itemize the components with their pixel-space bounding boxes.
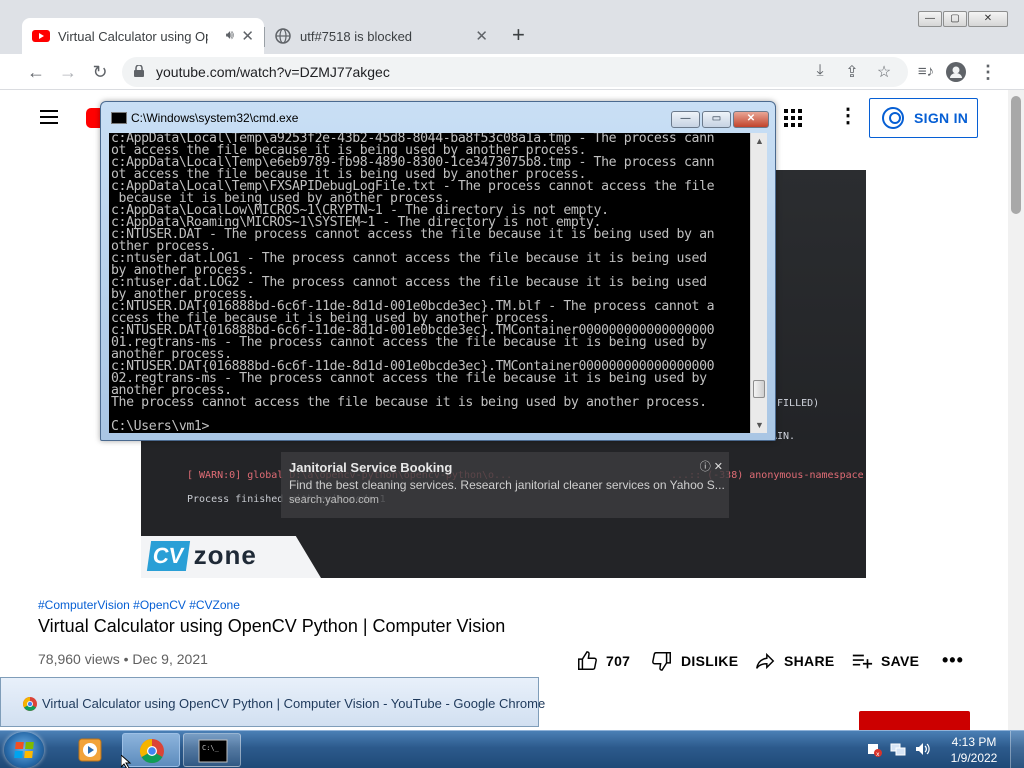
youtube-icon <box>32 30 50 42</box>
scroll-up-icon[interactable]: ▲ <box>751 133 768 149</box>
system-tray: x <box>858 739 948 761</box>
subscribe-button[interactable] <box>859 711 970 730</box>
tooltip-text: Virtual Calculator using OpenCV Python |… <box>42 696 546 711</box>
cmd-icon <box>111 112 127 124</box>
video-code-text: .FILLED) <box>771 398 820 409</box>
tab-separator <box>264 27 265 47</box>
clock[interactable]: 4:13 PM 1/9/2022 <box>946 734 1002 766</box>
close-ad-icon[interactable]: ⓘ ✕ <box>700 458 723 474</box>
svg-text:C:\_: C:\_ <box>202 744 220 752</box>
ad-url: search.yahoo.com <box>289 494 379 506</box>
tab-blocked[interactable]: utf#7518 is blocked ✕ <box>264 18 498 54</box>
video-title: Virtual Calculator using OpenCV Python |… <box>38 616 506 636</box>
lock-icon <box>134 65 144 77</box>
cvzone-banner: CV zone <box>141 536 321 578</box>
cmd-output: c:AppData\Local\Temp\a9253f2e-43b2-45d8-… <box>111 133 715 433</box>
share-icon <box>756 652 775 670</box>
new-tab-button[interactable]: + <box>512 24 525 46</box>
bookmark-star-icon[interactable]: ☆ <box>874 62 894 82</box>
clock-time: 4:13 PM <box>951 735 997 749</box>
start-button[interactable] <box>4 732 44 768</box>
menu-icon[interactable] <box>40 110 58 124</box>
share-page-icon[interactable]: ⇪ <box>842 62 862 82</box>
address-bar[interactable]: youtube.com/watch?v=DZMJ77akgec ⤓ ⇪ ☆ <box>122 57 908 87</box>
taskbar-media-player[interactable] <box>62 733 120 767</box>
network-icon[interactable] <box>890 741 906 757</box>
dislike-button[interactable]: DISLIKE <box>651 650 738 672</box>
profile-icon[interactable] <box>944 60 968 84</box>
media-player-icon <box>78 738 102 762</box>
cvzone-logo: CV zone <box>146 540 257 571</box>
more-actions-icon[interactable]: ••• <box>942 650 964 671</box>
chrome-menu-icon[interactable]: ⋮ <box>976 60 1000 84</box>
chrome-title-bar: Virtual Calculator using Open 🔊︎ ✕ utf#7… <box>0 0 1024 54</box>
cmd-title: C:\Windows\system32\cmd.exe <box>131 111 299 125</box>
share-button[interactable]: SHARE <box>754 650 835 672</box>
like-button[interactable]: 707 <box>576 650 630 672</box>
video-hashtags[interactable]: #ComputerVision #OpenCV #CVZone <box>38 598 240 612</box>
forward-icon[interactable]: → <box>56 60 80 84</box>
ad-title: Janitorial Service Booking <box>289 460 453 475</box>
apps-grid-icon[interactable] <box>784 109 802 127</box>
cmd-maximize-button[interactable]: ▭ <box>702 111 731 128</box>
back-icon[interactable]: ← <box>24 60 48 84</box>
share-label: SHARE <box>784 653 835 669</box>
taskbar-cmd[interactable]: C:\_ <box>183 733 241 767</box>
video-meta: 78,960 views • Dec 9, 2021 <box>38 651 208 667</box>
action-center-icon[interactable]: x <box>866 741 882 757</box>
thumbs-up-icon <box>578 651 597 670</box>
cmd-scroll-thumb[interactable] <box>753 380 765 398</box>
cmd-title-bar[interactable]: C:\Windows\system32\cmd.exe — ▭ ✕ <box>101 102 775 130</box>
chrome-icon <box>23 697 37 711</box>
cvzone-logo-zone: zone <box>193 540 257 570</box>
account-icon <box>882 107 904 129</box>
taskbar: C:\_ x 4:13 PM 1/9/2022 <box>0 730 1024 768</box>
taskbar-tooltip[interactable]: Virtual Calculator using OpenCV Python |… <box>0 677 545 727</box>
globe-icon <box>275 28 291 44</box>
tab-title: Virtual Calculator using Open <box>58 28 208 44</box>
url-text[interactable]: youtube.com/watch?v=DZMJ77akgec <box>156 64 390 80</box>
ad-description: Find the best cleaning services. Researc… <box>289 478 725 492</box>
tab-youtube[interactable]: Virtual Calculator using Open 🔊︎ ✕ <box>22 18 264 54</box>
cmd-minimize-button[interactable]: — <box>671 111 700 128</box>
more-vert-icon[interactable]: ⋮ <box>838 106 858 126</box>
cmd-console[interactable]: c:AppData\Local\Temp\a9253f2e-43b2-45d8-… <box>109 133 750 433</box>
close-window-button[interactable]: ✕ <box>968 11 1008 27</box>
volume-icon[interactable] <box>914 741 930 757</box>
maximize-button[interactable]: ▢ <box>943 11 967 27</box>
cmd-window[interactable]: C:\Windows\system32\cmd.exe — ▭ ✕ c:AppD… <box>100 101 776 441</box>
like-count: 707 <box>606 653 631 669</box>
install-icon[interactable]: ⤓ <box>810 62 830 80</box>
page-scrollbar[interactable] <box>1008 90 1024 730</box>
tab-title: utf#7518 is blocked <box>300 28 413 44</box>
speaker-icon[interactable]: 🔊︎ <box>226 27 234 43</box>
cvzone-logo-cv: CV <box>146 540 190 571</box>
cmd-icon: C:\_ <box>198 739 228 763</box>
cmd-close-button[interactable]: ✕ <box>733 111 769 128</box>
cmd-scrollbar[interactable]: ▲ ▼ <box>750 133 767 433</box>
thumbs-down-icon <box>652 652 671 671</box>
clock-date: 1/9/2022 <box>950 751 998 765</box>
show-desktop-button[interactable] <box>1010 731 1024 768</box>
windows-logo-icon <box>14 742 34 758</box>
mouse-cursor-icon <box>121 755 132 768</box>
svg-text:x: x <box>876 751 880 757</box>
chrome-toolbar: ← → ↻ youtube.com/watch?v=DZMJ77akgec ⤓ … <box>0 54 1024 90</box>
media-controls-icon[interactable]: ≡♪ <box>914 60 938 84</box>
close-tab-icon[interactable]: ✕ <box>475 27 488 45</box>
save-button[interactable]: SAVE <box>851 650 919 672</box>
save-label: SAVE <box>881 653 920 669</box>
overlay-ad[interactable]: Janitorial Service Booking Find the best… <box>281 452 729 518</box>
sign-in-label: SIGN IN <box>914 110 969 126</box>
sign-in-button[interactable]: SIGN IN <box>869 98 978 138</box>
close-tab-icon[interactable]: ✕ <box>241 27 254 45</box>
scroll-down-icon[interactable]: ▼ <box>751 417 768 433</box>
dislike-label: DISLIKE <box>681 653 739 669</box>
page-scroll-thumb[interactable] <box>1011 96 1021 214</box>
reload-icon[interactable]: ↻ <box>88 60 112 84</box>
playlist-add-icon <box>852 654 873 669</box>
minimize-button[interactable]: — <box>918 11 942 27</box>
